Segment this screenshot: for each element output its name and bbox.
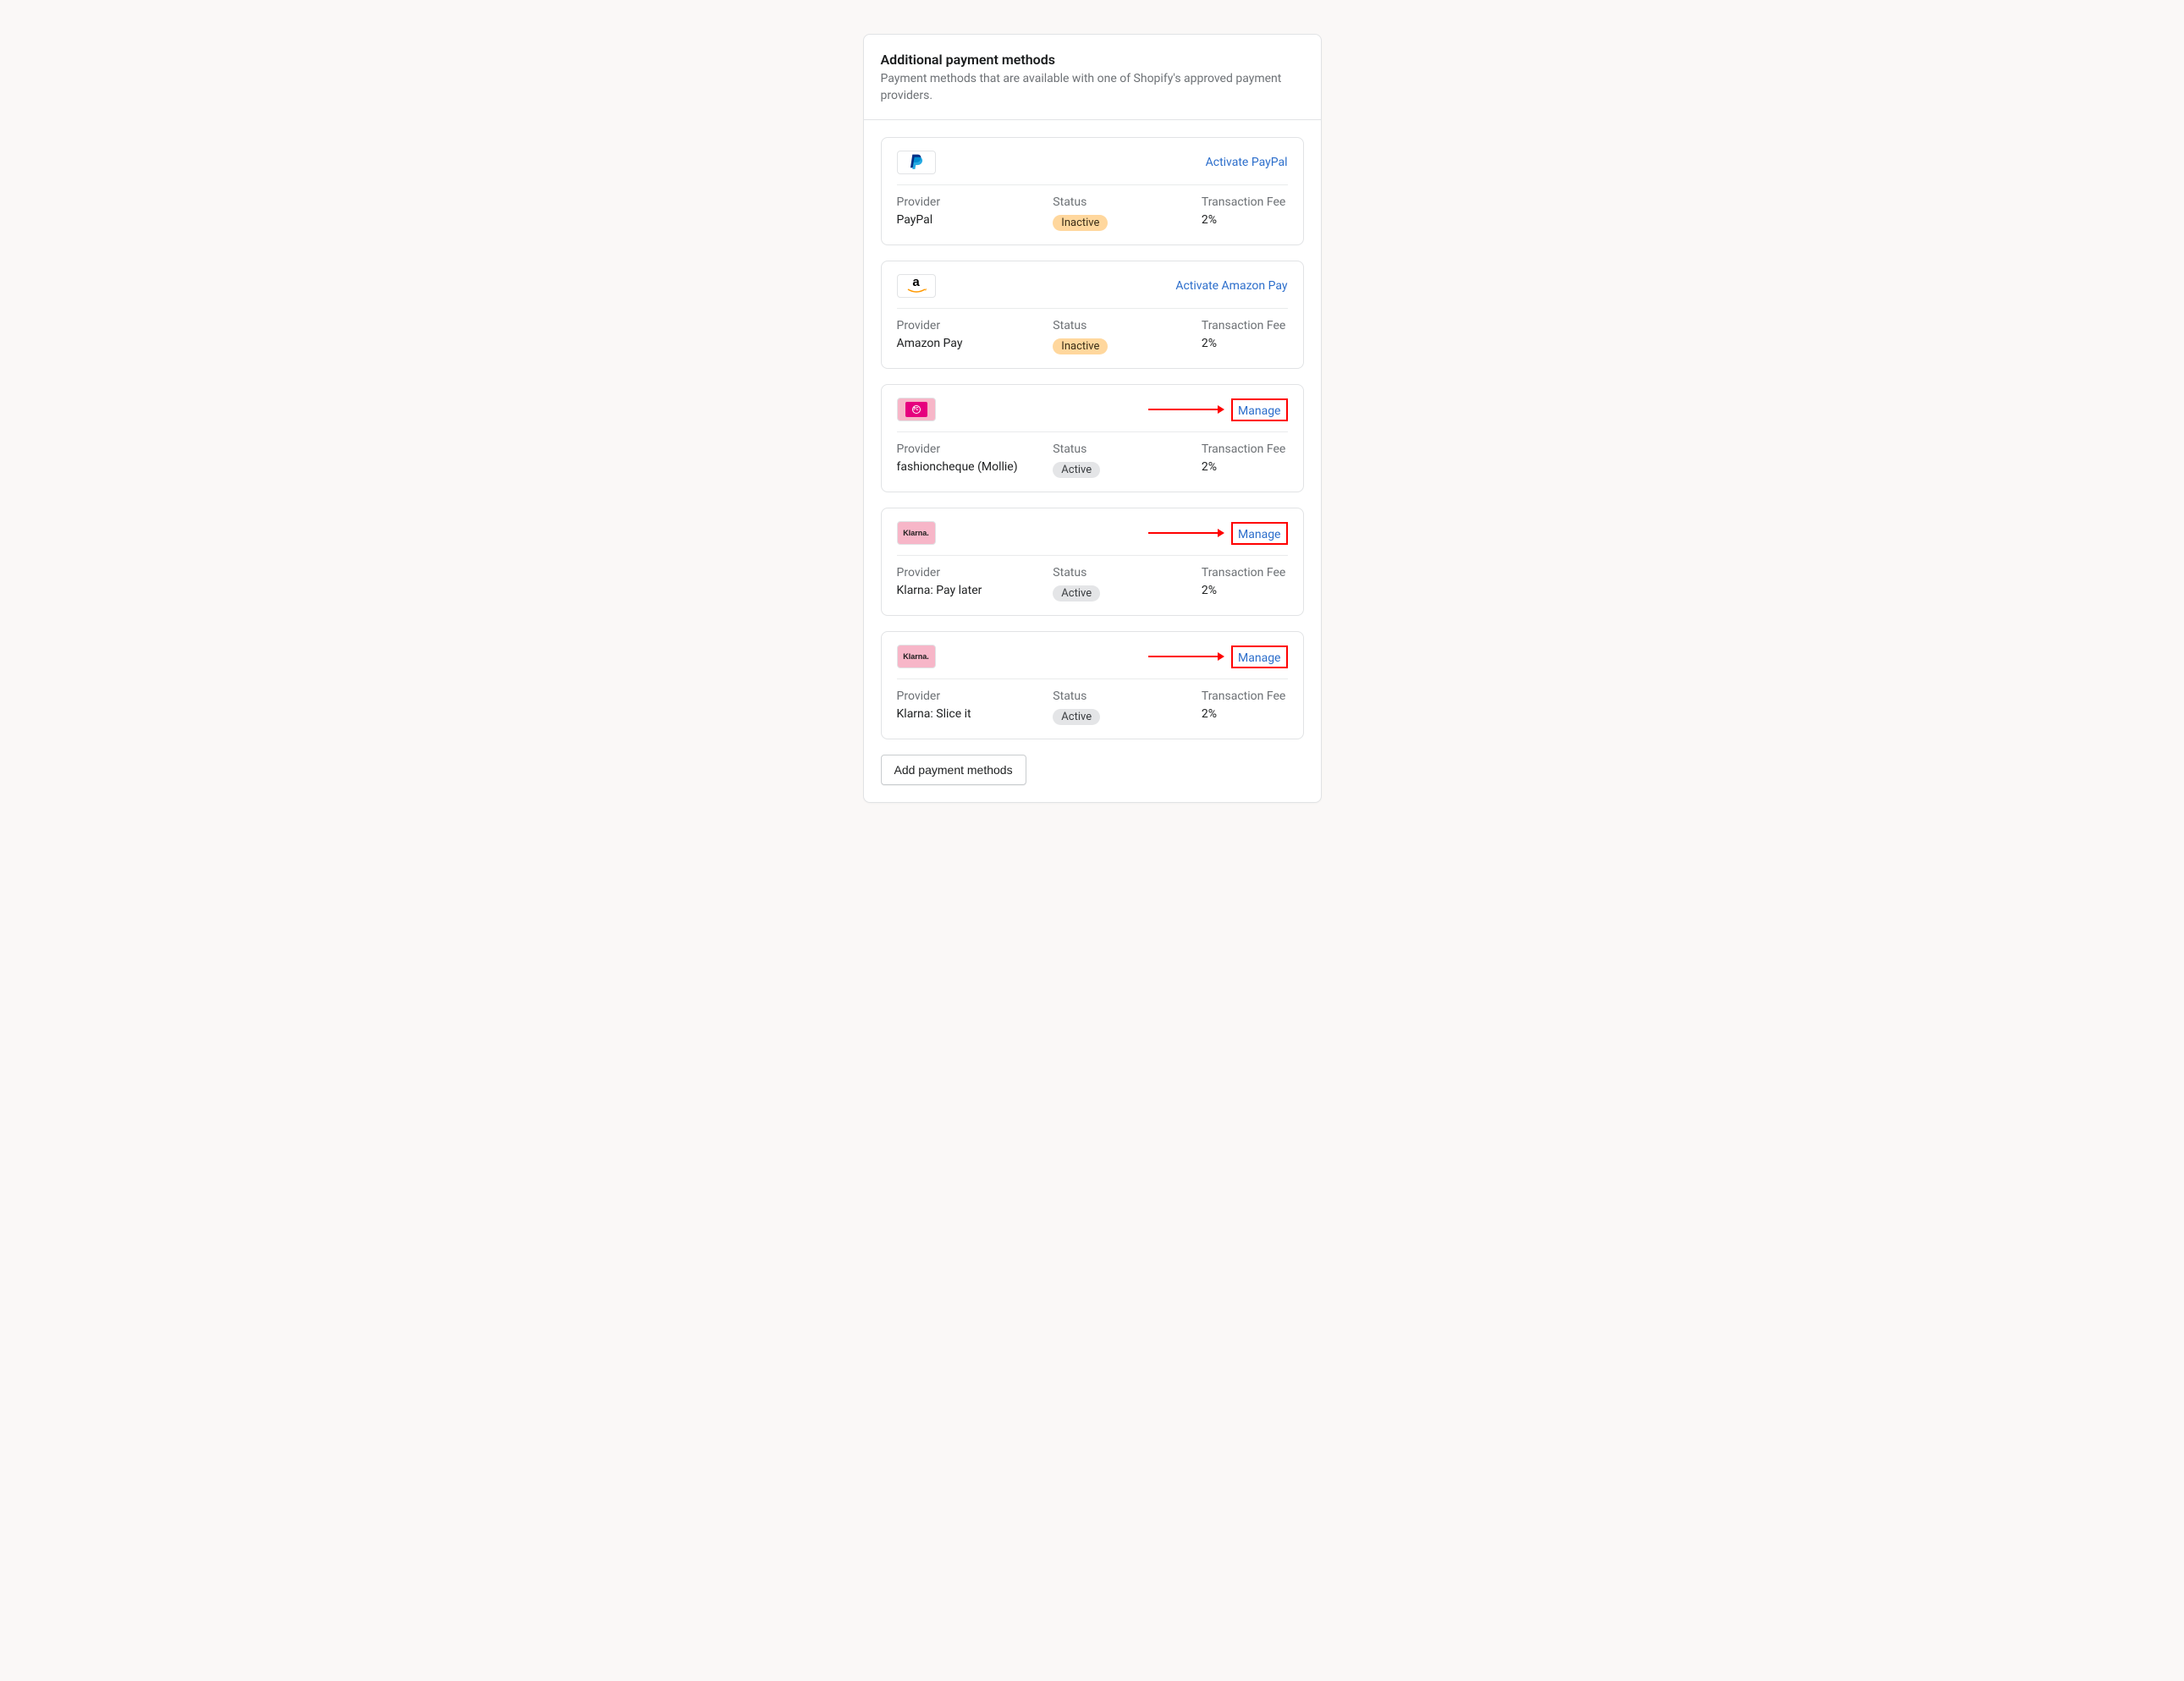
provider-card: FC Manage Provider fashioncheque (Mollie)St… <box>881 384 1304 492</box>
fee-label: Transaction Fee <box>1202 566 1288 580</box>
provider-name: Klarna: Slice it <box>897 707 1053 721</box>
activate-link[interactable]: Activate PayPal <box>1206 156 1288 169</box>
manage-link[interactable]: Manage <box>1238 528 1280 541</box>
provider-name: fashioncheque (Mollie) <box>897 460 1053 474</box>
annotation-highlight-box: Manage <box>1231 645 1287 668</box>
provider-card: Klarna. Manage Provider Klarna: Slice itSta… <box>881 631 1304 739</box>
status-badge: Inactive <box>1053 338 1108 354</box>
provider-logo: FC <box>897 398 936 421</box>
provider-label: Provider <box>897 319 1053 332</box>
amazon-icon: a <box>906 276 927 296</box>
fee-label: Transaction Fee <box>1202 689 1288 703</box>
status-badge: Active <box>1053 462 1100 478</box>
card-action: Activate Amazon Pay <box>1175 279 1287 293</box>
annotation-arrow <box>1148 656 1223 657</box>
fee-value: 2% <box>1202 213 1288 227</box>
annotation-arrow <box>1148 532 1223 534</box>
card-action: Manage <box>1148 398 1287 421</box>
provider-label: Provider <box>897 566 1053 580</box>
fee-value: 2% <box>1202 707 1288 721</box>
fee-label: Transaction Fee <box>1202 442 1288 456</box>
provider-label: Provider <box>897 195 1053 209</box>
status-badge: Active <box>1053 709 1100 725</box>
status-label: Status <box>1053 566 1202 580</box>
fee-value: 2% <box>1202 337 1288 350</box>
section-subtitle: Payment methods that are available with … <box>881 71 1304 104</box>
fee-label: Transaction Fee <box>1202 319 1288 332</box>
fee-label: Transaction Fee <box>1202 195 1288 209</box>
provider-card: Klarna. Manage Provider Klarna: Pay laterSt… <box>881 508 1304 616</box>
provider-logo: a <box>897 274 936 298</box>
annotation-arrow <box>1148 409 1223 410</box>
payment-methods-panel: Additional payment methods Payment metho… <box>863 34 1322 803</box>
klarna-icon: Klarna. <box>903 652 929 661</box>
add-payment-methods-button[interactable]: Add payment methods <box>881 755 1026 785</box>
status-label: Status <box>1053 319 1202 332</box>
fashioncheque-icon: FC <box>905 402 927 417</box>
status-label: Status <box>1053 195 1202 209</box>
provider-card: a Activate Amazon Pay Provider Amazon PaySt… <box>881 261 1304 369</box>
status-label: Status <box>1053 442 1202 456</box>
paypal-icon <box>908 153 925 172</box>
provider-name: PayPal <box>897 213 1053 227</box>
card-action: Activate PayPal <box>1206 156 1288 169</box>
fee-value: 2% <box>1202 584 1288 597</box>
provider-label: Provider <box>897 442 1053 456</box>
activate-link[interactable]: Activate Amazon Pay <box>1175 279 1287 293</box>
provider-logo: Klarna. <box>897 521 936 545</box>
card-action: Manage <box>1148 645 1287 668</box>
status-label: Status <box>1053 689 1202 703</box>
manage-link[interactable]: Manage <box>1238 404 1280 418</box>
annotation-highlight-box: Manage <box>1231 398 1287 421</box>
provider-name: Amazon Pay <box>897 337 1053 350</box>
card-action: Manage <box>1148 522 1287 545</box>
annotation-highlight-box: Manage <box>1231 522 1287 545</box>
provider-card: Activate PayPal Provider PayPalStatus Inact… <box>881 137 1304 245</box>
provider-logo <box>897 151 936 174</box>
provider-name: Klarna: Pay later <box>897 584 1053 597</box>
section-body: Activate PayPalProviderPayPalStatusInact… <box>864 120 1321 802</box>
section-title: Additional payment methods <box>881 52 1304 68</box>
status-badge: Active <box>1053 585 1100 602</box>
section-header: Additional payment methods Payment metho… <box>864 35 1321 120</box>
manage-link[interactable]: Manage <box>1238 651 1280 665</box>
fee-value: 2% <box>1202 460 1288 474</box>
provider-logo: Klarna. <box>897 645 936 668</box>
provider-label: Provider <box>897 689 1053 703</box>
status-badge: Inactive <box>1053 215 1108 231</box>
klarna-icon: Klarna. <box>903 529 929 537</box>
